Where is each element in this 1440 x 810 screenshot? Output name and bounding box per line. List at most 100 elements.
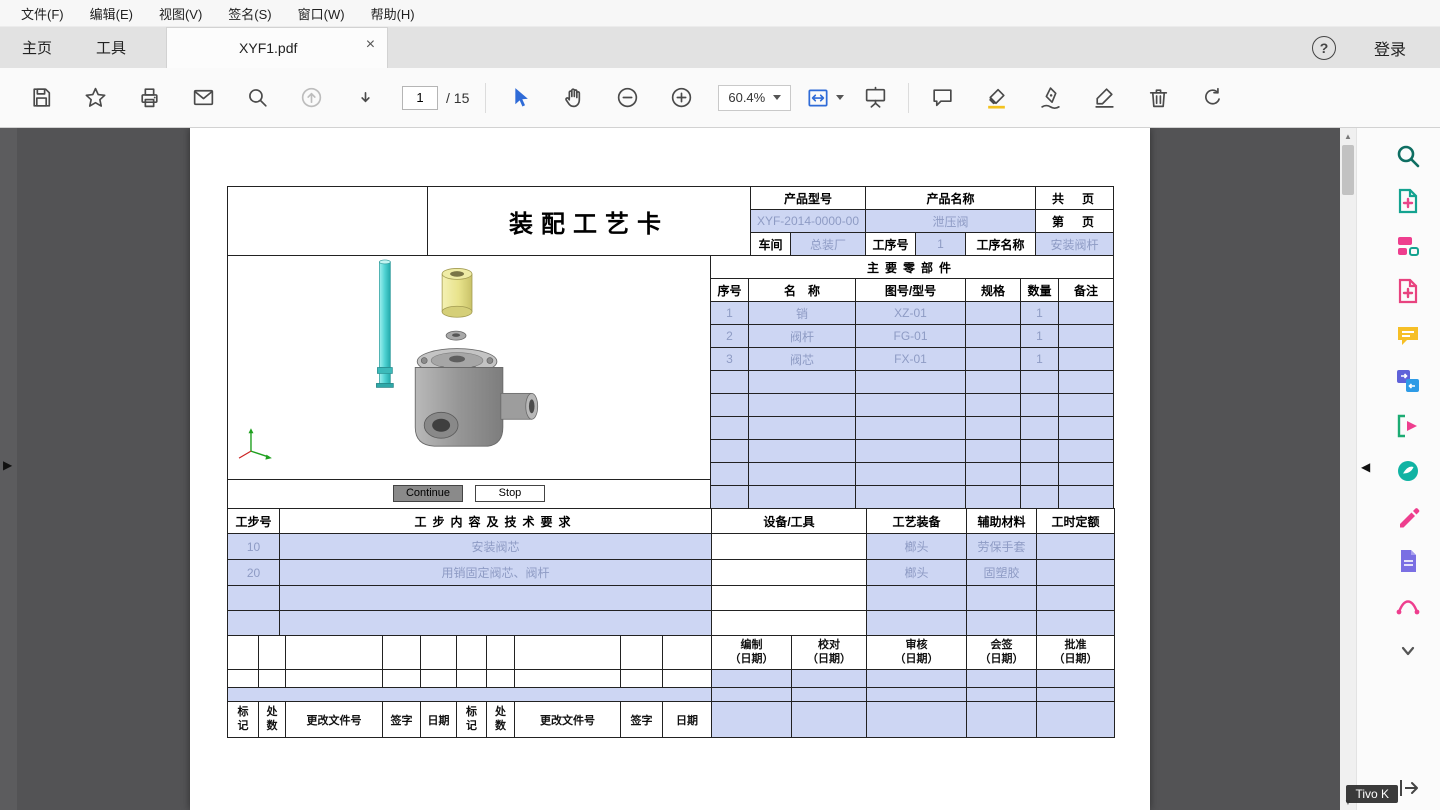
rail-edit-button[interactable]	[1392, 500, 1424, 532]
parts-cell[interactable]	[966, 302, 1021, 325]
menu-view[interactable]: 视图(V)	[146, 4, 215, 23]
steps-cell[interactable]	[867, 611, 967, 636]
next-view-button[interactable]	[338, 76, 392, 120]
login-button[interactable]: 登录	[1374, 36, 1406, 60]
revision-cell[interactable]	[487, 670, 515, 688]
steps-cell[interactable]	[712, 611, 867, 636]
signoff-field[interactable]	[867, 702, 967, 738]
signoff-field[interactable]	[712, 688, 792, 702]
parts-cell[interactable]	[1059, 371, 1114, 394]
revision-cell[interactable]	[421, 636, 457, 670]
steps-cell[interactable]	[280, 586, 712, 611]
parts-cell[interactable]	[711, 440, 749, 463]
revision-cell[interactable]	[383, 670, 421, 688]
signoff-field[interactable]	[867, 670, 967, 688]
page-number-input[interactable]	[402, 86, 438, 110]
rail-organize-pages-button[interactable]	[1392, 230, 1424, 262]
revision-cell[interactable]	[663, 636, 712, 670]
parts-cell[interactable]	[1059, 348, 1114, 371]
parts-cell[interactable]: 销	[749, 302, 856, 325]
steps-cell[interactable]	[1037, 586, 1115, 611]
vertical-scrollbar[interactable]: ▲ ▼	[1340, 128, 1356, 810]
parts-cell[interactable]	[711, 371, 749, 394]
parts-cell[interactable]	[711, 486, 749, 509]
menu-file[interactable]: 文件(F)	[8, 4, 77, 23]
revision-cell[interactable]	[228, 670, 259, 688]
revision-cell[interactable]	[515, 670, 621, 688]
parts-cell[interactable]	[749, 417, 856, 440]
signoff-field[interactable]	[867, 688, 967, 702]
revision-cell[interactable]	[515, 636, 621, 670]
scrollbar-thumb[interactable]	[1342, 145, 1354, 195]
rotate-button[interactable]	[1185, 76, 1239, 120]
parts-cell[interactable]	[749, 394, 856, 417]
hand-tool-button[interactable]	[546, 76, 600, 120]
parts-cell[interactable]	[1059, 302, 1114, 325]
parts-cell[interactable]	[966, 371, 1021, 394]
signoff-field[interactable]	[1037, 702, 1115, 738]
steps-cell[interactable]: 固塑胶	[967, 560, 1037, 586]
presentation-button[interactable]	[848, 76, 902, 120]
revision-cell[interactable]	[383, 636, 421, 670]
parts-cell[interactable]	[1021, 463, 1059, 486]
steps-cell[interactable]: 10	[228, 534, 280, 560]
revision-cell[interactable]	[457, 636, 487, 670]
revision-cell[interactable]	[286, 636, 383, 670]
revision-cell[interactable]	[621, 670, 663, 688]
parts-cell[interactable]	[1059, 463, 1114, 486]
parts-cell[interactable]	[1059, 486, 1114, 509]
rail-create-pdf-button[interactable]	[1392, 275, 1424, 307]
fit-page-dropdown[interactable]	[805, 85, 844, 111]
parts-cell[interactable]	[1059, 325, 1114, 348]
revision-cell[interactable]	[487, 636, 515, 670]
rail-comment-button[interactable]	[1392, 320, 1424, 352]
parts-cell[interactable]: 1	[1021, 348, 1059, 371]
stop-button[interactable]: Stop	[475, 485, 545, 502]
expand-left-panel-icon[interactable]: ▶	[3, 458, 12, 472]
parts-cell[interactable]	[856, 394, 966, 417]
parts-cell[interactable]: 阀杆	[749, 325, 856, 348]
parts-cell[interactable]	[966, 440, 1021, 463]
signoff-field[interactable]	[967, 688, 1037, 702]
search-button[interactable]	[230, 76, 284, 120]
select-tool-button[interactable]	[492, 76, 546, 120]
help-icon[interactable]: ?	[1312, 36, 1336, 60]
document-tab[interactable]: XYF1.pdf ×	[166, 27, 388, 68]
signoff-field[interactable]	[712, 702, 792, 738]
signoff-field[interactable]	[792, 670, 867, 688]
parts-cell[interactable]: 阀芯	[749, 348, 856, 371]
rail-more-button[interactable]	[1392, 635, 1424, 667]
steps-cell[interactable]	[280, 611, 712, 636]
revision-strip[interactable]	[228, 688, 712, 702]
email-button[interactable]	[176, 76, 230, 120]
menu-window[interactable]: 窗口(W)	[285, 4, 358, 23]
previous-view-button[interactable]	[284, 76, 338, 120]
parts-cell[interactable]	[966, 486, 1021, 509]
revision-cell[interactable]	[286, 670, 383, 688]
parts-cell[interactable]	[1021, 486, 1059, 509]
parts-cell[interactable]	[711, 417, 749, 440]
signoff-field[interactable]	[792, 702, 867, 738]
workshop-field[interactable]: 总装厂	[791, 233, 866, 256]
tab-tools[interactable]: 工具	[74, 27, 148, 68]
op-no-field[interactable]: 1	[916, 233, 966, 256]
parts-cell[interactable]: FX-01	[856, 348, 966, 371]
revision-cell[interactable]	[259, 670, 286, 688]
fill-sign-button[interactable]	[1077, 76, 1131, 120]
parts-cell[interactable]: 3	[711, 348, 749, 371]
parts-cell[interactable]	[856, 440, 966, 463]
parts-cell[interactable]	[749, 463, 856, 486]
scroll-up-icon[interactable]: ▲	[1340, 128, 1356, 144]
steps-cell[interactable]	[1037, 611, 1115, 636]
parts-cell[interactable]	[856, 417, 966, 440]
parts-cell[interactable]	[1021, 417, 1059, 440]
steps-cell[interactable]: 榔头	[867, 534, 967, 560]
steps-cell[interactable]	[712, 534, 867, 560]
parts-cell[interactable]	[711, 394, 749, 417]
steps-cell[interactable]: 20	[228, 560, 280, 586]
delete-button[interactable]	[1131, 76, 1185, 120]
parts-cell[interactable]: XZ-01	[856, 302, 966, 325]
signoff-field[interactable]	[1037, 670, 1115, 688]
parts-cell[interactable]: 1	[1021, 325, 1059, 348]
highlight-button[interactable]	[969, 76, 1023, 120]
